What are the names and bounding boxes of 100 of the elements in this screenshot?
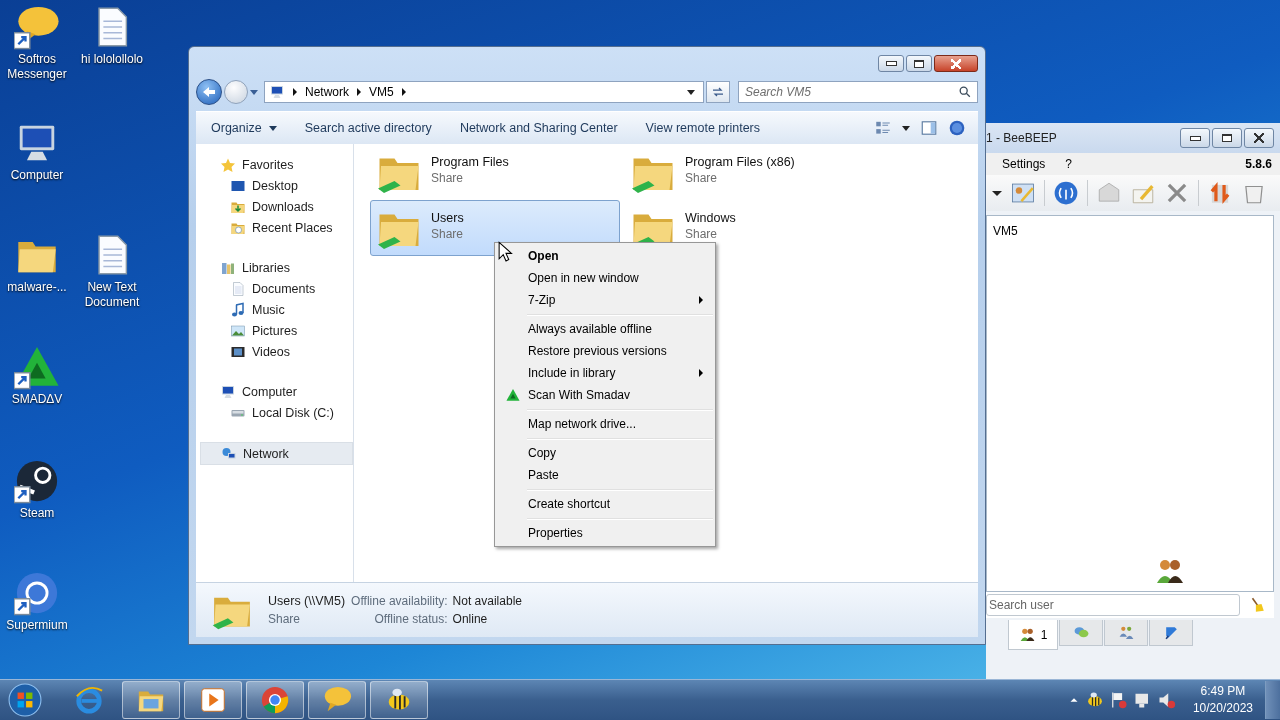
desktop-icon-label[interactable]: Steam (19, 506, 55, 521)
taskbar-button[interactable] (122, 681, 180, 719)
nav-item[interactable]: Recent Places (200, 217, 353, 238)
clock-date[interactable]: 10/20/2023 (1192, 700, 1253, 717)
menu-item[interactable]: Create shortcut (497, 493, 713, 515)
address-bar[interactable]: Network VM5 (264, 81, 704, 103)
help-icon[interactable] (948, 119, 966, 137)
picture-icon (230, 322, 246, 339)
tab[interactable]: 1 (1008, 620, 1058, 650)
refresh-button[interactable] (706, 81, 730, 103)
people-icon (1018, 626, 1036, 643)
menu-item[interactable]: Copy (497, 442, 713, 464)
chevron-icon[interactable] (401, 88, 406, 96)
nav-item[interactable]: Pictures (200, 320, 353, 341)
toolbar-button[interactable]: View remote printers (636, 117, 769, 139)
close-button[interactable] (1244, 128, 1274, 148)
nav-item[interactable]: Computer (200, 381, 353, 402)
maximize-button[interactable] (906, 55, 932, 72)
menu-item[interactable]: Paste (497, 464, 713, 486)
item-name: Program Files (x86) (685, 155, 795, 169)
desktop-icon-label[interactable]: Computer (10, 168, 64, 183)
chevron-icon[interactable] (357, 88, 361, 96)
property-label: Offline availability: (351, 594, 448, 608)
network-icon (221, 445, 237, 462)
chevron-icon[interactable] (293, 88, 297, 96)
profile-card-icon[interactable] (1010, 180, 1036, 206)
toolbar-button[interactable]: Network and Sharing Center (450, 117, 627, 139)
speech-bubble-icon[interactable] (14, 4, 60, 50)
start-button[interactable] (8, 683, 42, 717)
nav-item[interactable]: Libraries (200, 257, 353, 278)
browser-icon (74, 685, 104, 715)
broadcast-icon[interactable] (1053, 180, 1079, 206)
minimize-button[interactable] (1180, 128, 1210, 148)
nav-item[interactable]: Desktop (200, 175, 353, 196)
menu-item[interactable]: ? (1065, 157, 1073, 171)
taskbar-button[interactable] (370, 681, 428, 719)
menu-item[interactable]: Include in library (497, 362, 713, 384)
menu-item[interactable]: Restore previous versions (497, 340, 713, 362)
taskbar-button[interactable] (308, 681, 366, 719)
circle-logo-icon[interactable] (14, 458, 60, 504)
menu-item[interactable]: Map network drive... (497, 413, 713, 435)
music-note-icon (230, 301, 246, 318)
nav-item[interactable]: Local Disk (C:) (200, 402, 353, 423)
minimize-button[interactable] (878, 55, 904, 72)
nav-item[interactable]: Documents (200, 278, 353, 299)
version-label: 5.8.6 (1245, 157, 1272, 171)
details-type: Share (268, 612, 302, 626)
nav-item[interactable]: Videos (200, 341, 353, 362)
property-value: Online (452, 612, 489, 626)
desktop-icon-label[interactable]: SMADΔV (11, 392, 63, 407)
caret-icon[interactable] (687, 89, 695, 95)
back-button[interactable] (196, 79, 222, 105)
nav-item[interactable]: Favorites (200, 154, 353, 175)
toolbar-button[interactable]: Search active directory (295, 117, 441, 139)
computer-icon (269, 84, 285, 100)
taskbar-button[interactable] (246, 681, 304, 719)
submenu-arrow-icon (699, 369, 703, 377)
preview-pane-icon[interactable] (920, 119, 938, 137)
item-name: Windows (685, 211, 736, 225)
item-type: Share (431, 171, 465, 185)
item-name: Program Files (431, 155, 509, 169)
taskbar-button[interactable] (184, 681, 242, 719)
tab[interactable] (1149, 620, 1193, 646)
nav-item[interactable]: Network (200, 442, 353, 465)
nav-item[interactable]: Downloads (200, 196, 353, 217)
menu-item[interactable]: Properties (497, 522, 713, 544)
clock-time[interactable]: 6:49 PM (1200, 683, 1246, 700)
people-icon (1117, 624, 1135, 641)
breadcrumb[interactable]: VM5 (369, 85, 394, 99)
breadcrumb[interactable]: Network (305, 85, 349, 99)
search-field[interactable]: Search VM5 (738, 81, 978, 103)
ring-logo-icon[interactable] (14, 570, 60, 616)
user-item[interactable]: VM5 (993, 224, 1018, 238)
close-button[interactable] (934, 55, 978, 72)
item-type: Share (685, 227, 719, 241)
search-icon[interactable] (958, 85, 972, 99)
desktop-icon-label[interactable]: New Text Document (75, 280, 149, 310)
caret-icon[interactable] (992, 190, 1002, 196)
computer-icon (220, 383, 236, 400)
share-item[interactable]: Program Files (x86) Share (624, 144, 874, 200)
nav-item[interactable]: Music (200, 299, 353, 320)
menu-item[interactable]: Settings (1002, 157, 1046, 171)
desktop-icon-label[interactable]: hi lololollolo (80, 52, 143, 67)
maximize-button[interactable] (1212, 128, 1242, 148)
menu-item[interactable]: Scan With Smadav (497, 384, 713, 406)
menu-item[interactable]: Always available offline (497, 318, 713, 340)
share-item[interactable]: Program Files Share (370, 144, 620, 200)
caret-icon[interactable] (902, 125, 910, 131)
view-options-icon[interactable] (874, 119, 892, 137)
desktop-icon-label[interactable]: malware-... (7, 280, 67, 295)
search-field[interactable]: Search user (986, 594, 1240, 616)
item-name: Users (431, 211, 464, 225)
triangle-icon (505, 388, 520, 402)
desktop-icon-label[interactable]: Supermium (6, 618, 68, 633)
toolbar-button[interactable]: Organize (202, 117, 286, 139)
menu-item[interactable]: 7-Zip (497, 289, 713, 311)
desktop-icon-label[interactable]: Softros Messenger (0, 52, 74, 82)
item-type: Share (431, 227, 464, 241)
menu-item[interactable]: Open in new window (497, 267, 713, 289)
item-type: Share (685, 171, 719, 185)
